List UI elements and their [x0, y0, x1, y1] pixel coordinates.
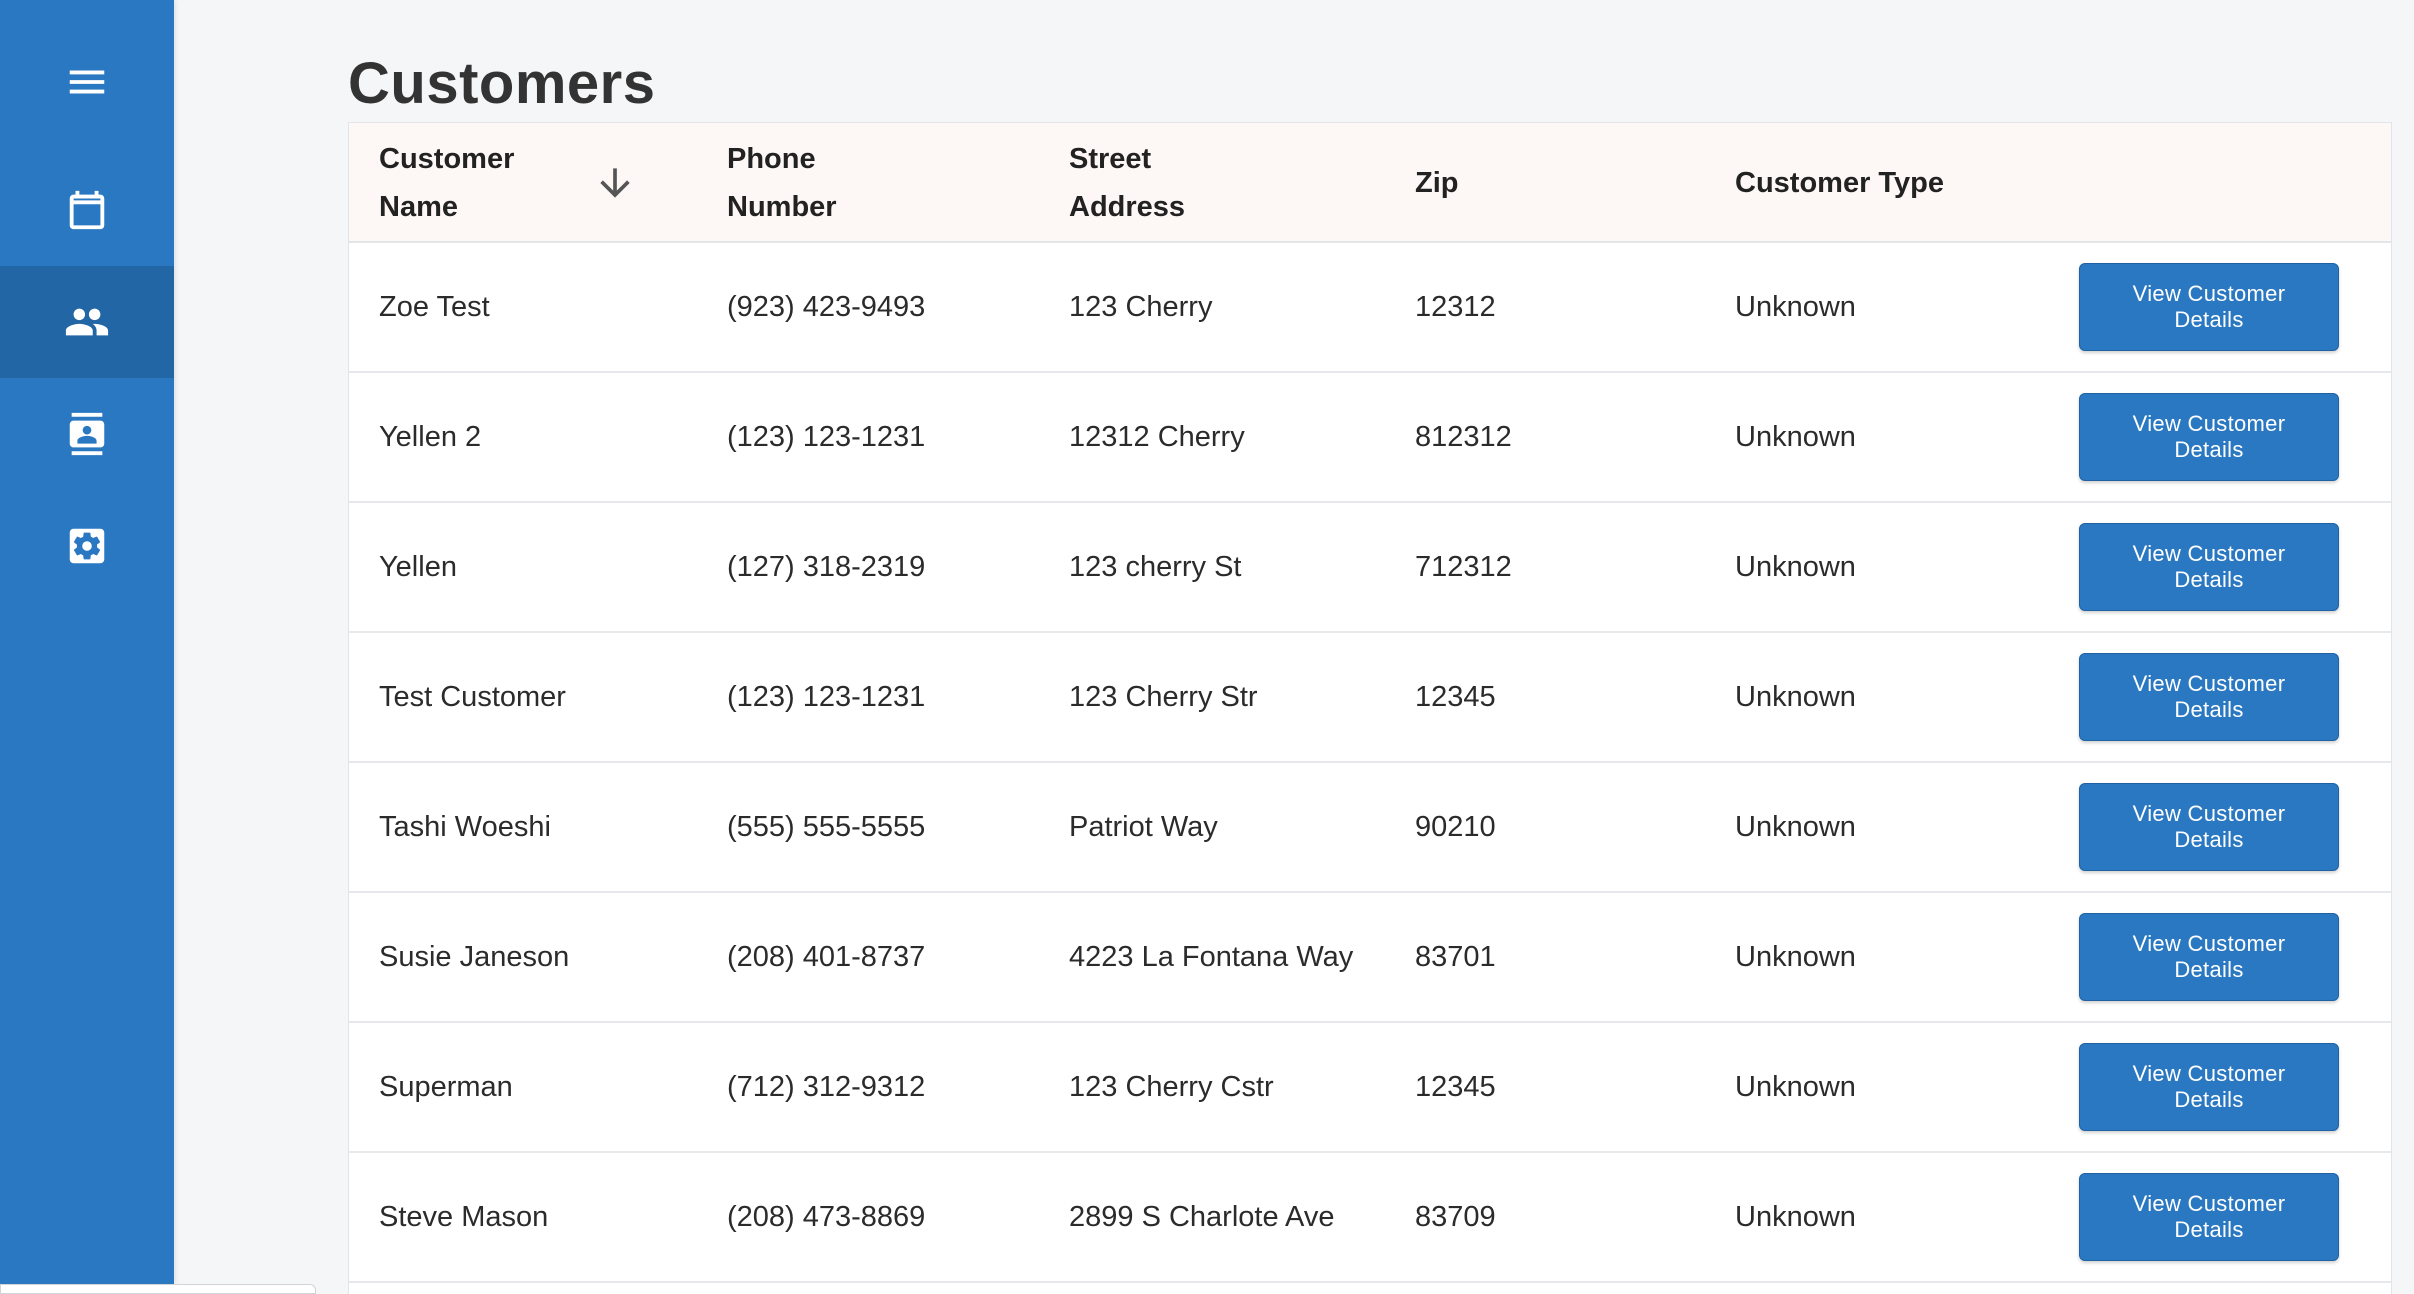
calendar-icon — [69, 190, 105, 230]
cell-street-address: 4223 La Fontana Way — [1069, 941, 1354, 973]
sidebar — [0, 0, 174, 1284]
cell-street-address: Patriot Way — [1069, 811, 1218, 843]
view-customer-details-button[interactable]: View Customer Details — [2079, 913, 2339, 1001]
cell-phone-number: (208) 473-8869 — [727, 1201, 926, 1233]
table-row: Susie Janeson (208) 401-8737 4223 La Fonta… — [349, 893, 2391, 1023]
view-customer-details-button[interactable]: View Customer Details — [2079, 393, 2339, 481]
cell-street-address: 123 Cherry Str — [1069, 681, 1258, 713]
cell-customer-type: Unknown — [1735, 1201, 1856, 1233]
sidebar-item-settings[interactable] — [0, 490, 174, 602]
cell-customer-type: Unknown — [1735, 291, 1856, 323]
cell-customer-type: Unknown — [1735, 551, 1856, 583]
header-customer-type[interactable]: Customer Type — [1735, 123, 2035, 243]
cell-customer-name: Yellen — [379, 551, 457, 583]
cell-customer-type: Unknown — [1735, 421, 1856, 453]
bottom-panel-edge — [0, 1284, 316, 1294]
cell-street-address: 12312 Cherry — [1069, 421, 1245, 453]
menu-icon — [69, 70, 105, 94]
cell-phone-number: (127) 318-2319 — [727, 551, 926, 583]
cell-street-address: 2899 S Charlote Ave — [1069, 1201, 1335, 1233]
view-customer-details-button[interactable]: View Customer Details — [2079, 1173, 2339, 1261]
sidebar-item-customers[interactable] — [0, 266, 174, 378]
cell-street-address: 123 Cherry — [1069, 291, 1213, 323]
cell-zip: 83701 — [1415, 941, 1496, 973]
cell-phone-number: (712) 312-9312 — [727, 1071, 926, 1103]
cell-phone-number: (555) 555-5555 — [727, 811, 926, 843]
cell-zip: 83709 — [1415, 1201, 1496, 1233]
cell-customer-type: Unknown — [1735, 1071, 1856, 1103]
cell-zip: 712312 — [1415, 551, 1512, 583]
table-row: Test Customer (123) 123-1231 123 Cherry St… — [349, 633, 2391, 763]
table-row: Tashi Woeshi (555) 555-5555 Patriot Way 902… — [349, 763, 2391, 893]
cell-zip: 12345 — [1415, 681, 1496, 713]
settings-icon — [69, 528, 105, 564]
header-customer-name[interactable]: Customer Name — [379, 123, 579, 243]
cell-customer-name: Test Customer — [379, 681, 566, 713]
table-row: Yellen (127) 318-2319 123 cherry St 712312 U… — [349, 503, 2391, 633]
cell-customer-name: Superman — [379, 1071, 513, 1103]
header-phone-number[interactable]: Phone Number — [727, 123, 887, 243]
cell-street-address: 123 cherry St — [1069, 551, 1242, 583]
sidebar-item-calendar[interactable] — [0, 154, 174, 266]
view-customer-details-button[interactable]: View Customer Details — [2079, 263, 2339, 351]
cell-zip: 90210 — [1415, 811, 1496, 843]
table-row: Zoe Test (923) 423-9493 123 Cherry 12312 Unk… — [349, 243, 2391, 373]
table-header: Customer Name Phone Number Street Addres… — [349, 123, 2391, 243]
cell-phone-number: (123) 123-1231 — [727, 681, 926, 713]
sidebar-item-contacts[interactable] — [0, 378, 174, 490]
cell-zip: 812312 — [1415, 421, 1512, 453]
sidebar-menu-toggle[interactable] — [0, 26, 174, 138]
view-customer-details-button[interactable]: View Customer Details — [2079, 783, 2339, 871]
table-row: Yellen 2 (123) 123-1231 12312 Cherry 812312… — [349, 373, 2391, 503]
table-row: Superman (712) 312-9312 123 Cherry Cstr 123… — [349, 1023, 2391, 1153]
cell-customer-type: Unknown — [1735, 811, 1856, 843]
cell-phone-number: (208) 401-8737 — [727, 941, 926, 973]
page-title: Customers — [348, 51, 656, 116]
sort-arrow-down-icon[interactable] — [593, 161, 637, 205]
cell-customer-type: Unknown — [1735, 941, 1856, 973]
contact-card-icon — [69, 412, 105, 456]
cell-phone-number: (123) 123-1231 — [727, 421, 926, 453]
cell-zip: 12345 — [1415, 1071, 1496, 1103]
people-icon — [65, 308, 109, 336]
view-customer-details-button[interactable]: View Customer Details — [2079, 1043, 2339, 1131]
cell-street-address: 123 Cherry Cstr — [1069, 1071, 1274, 1103]
cell-zip: 12312 — [1415, 291, 1496, 323]
cell-customer-type: Unknown — [1735, 681, 1856, 713]
cell-customer-name: Susie Janeson — [379, 941, 570, 973]
cell-customer-name: Yellen 2 — [379, 421, 482, 453]
cell-customer-name: Steve Mason — [379, 1201, 549, 1233]
view-customer-details-button[interactable]: View Customer Details — [2079, 523, 2339, 611]
cell-phone-number: (923) 423-9493 — [727, 291, 926, 323]
customers-table: Customer Name Phone Number Street Addres… — [348, 122, 2392, 1294]
header-zip[interactable]: Zip — [1415, 123, 1615, 243]
header-street-address[interactable]: Street Address — [1069, 123, 1229, 243]
cell-customer-name: Zoe Test — [379, 291, 490, 323]
table-row: Steve Mason (208) 473-8869 2899 S Charlote… — [349, 1153, 2391, 1283]
cell-customer-name: Tashi Woeshi — [379, 811, 551, 843]
view-customer-details-button[interactable]: View Customer Details — [2079, 653, 2339, 741]
